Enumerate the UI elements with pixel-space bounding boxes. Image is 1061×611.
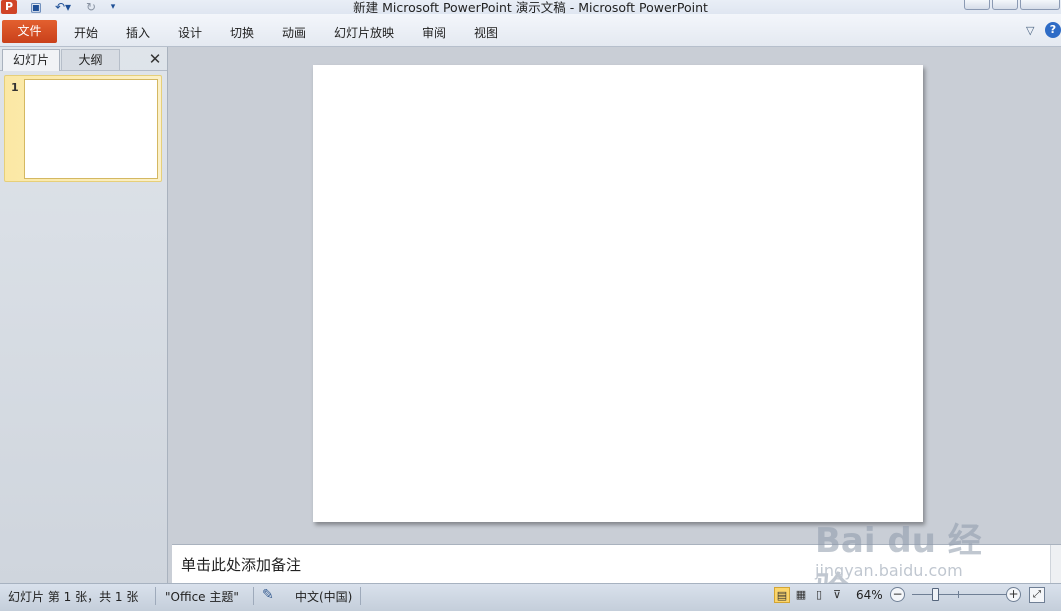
fit-to-window-icon[interactable]: ⤢	[1029, 587, 1045, 603]
tab-home[interactable]: 开始	[74, 24, 98, 41]
ribbon: 文件 开始 插入 设计 切换 动画 幻灯片放映 审阅 视图 ▽ ?	[0, 14, 1061, 47]
notes-placeholder[interactable]: 单击此处添加备注	[181, 554, 301, 575]
status-divider	[253, 587, 254, 605]
help-icon[interactable]: ?	[1045, 22, 1061, 38]
tab-review[interactable]: 审阅	[422, 24, 446, 41]
zoom-level[interactable]: 64%	[856, 588, 883, 602]
theme-status[interactable]: "Office 主题"	[165, 588, 239, 605]
close-window-button[interactable]	[1020, 0, 1060, 10]
panel-tabs: 幻灯片 大纲 ✕	[0, 47, 167, 71]
tab-slide-show[interactable]: 幻灯片放映	[334, 24, 394, 41]
file-tab[interactable]: 文件	[2, 20, 57, 43]
baidu-watermark: Bai du 经验 jingyan.baidu.com	[815, 505, 1015, 610]
tab-slides[interactable]: 幻灯片	[2, 49, 60, 71]
zoom-out-icon[interactable]: −	[890, 587, 905, 602]
tab-animations[interactable]: 动画	[282, 24, 306, 41]
title-bar: P ▣ ↶▾ ↻ ▾ 新建 Microsoft PowerPoint 演示文稿 …	[0, 0, 1061, 15]
tab-outline[interactable]: 大纲	[61, 49, 120, 71]
status-bar: 幻灯片 第 1 张，共 1 张 "Office 主题" ✎ 中文(中国) ▤ ▦…	[0, 583, 1061, 611]
slide-sorter-view-icon[interactable]: ▦	[793, 587, 809, 603]
zoom-slider-center-mark	[958, 591, 959, 598]
slides-panel: 幻灯片 大纲 ✕ 1	[0, 47, 168, 583]
tab-insert[interactable]: 插入	[126, 24, 150, 41]
restore-window-button[interactable]	[992, 0, 1018, 10]
reading-view-icon[interactable]: ▯	[811, 587, 827, 603]
tab-view[interactable]: 视图	[474, 24, 498, 41]
notes-scrollbar[interactable]	[1050, 545, 1061, 584]
slide-thumbnail[interactable]	[24, 79, 158, 179]
tab-design[interactable]: 设计	[178, 24, 202, 41]
spell-check-icon[interactable]: ✎	[262, 587, 274, 603]
language-status[interactable]: 中文(中国)	[295, 588, 352, 605]
minimize-window-button[interactable]	[964, 0, 990, 10]
slide-count-status: 幻灯片 第 1 张，共 1 张	[8, 590, 139, 604]
watermark-url: jingyan.baidu.com	[815, 561, 963, 580]
chevron-down-icon[interactable]: ▽	[1026, 24, 1034, 37]
zoom-slider-thumb[interactable]	[932, 588, 939, 601]
slide-thumbnail-item[interactable]: 1	[4, 75, 162, 182]
status-divider	[360, 587, 361, 605]
slide-number: 1	[11, 81, 19, 94]
normal-view-icon[interactable]: ▤	[774, 587, 790, 603]
zoom-in-icon[interactable]: +	[1006, 587, 1021, 602]
slide-editor-area	[172, 47, 1061, 541]
tab-transitions[interactable]: 切换	[230, 24, 254, 41]
slide-canvas[interactable]	[313, 65, 923, 522]
slide-show-view-icon[interactable]: ⊽	[829, 587, 845, 603]
zoom-slider[interactable]	[912, 594, 1006, 595]
status-divider	[155, 587, 156, 605]
close-icon[interactable]: ✕	[146, 49, 164, 69]
